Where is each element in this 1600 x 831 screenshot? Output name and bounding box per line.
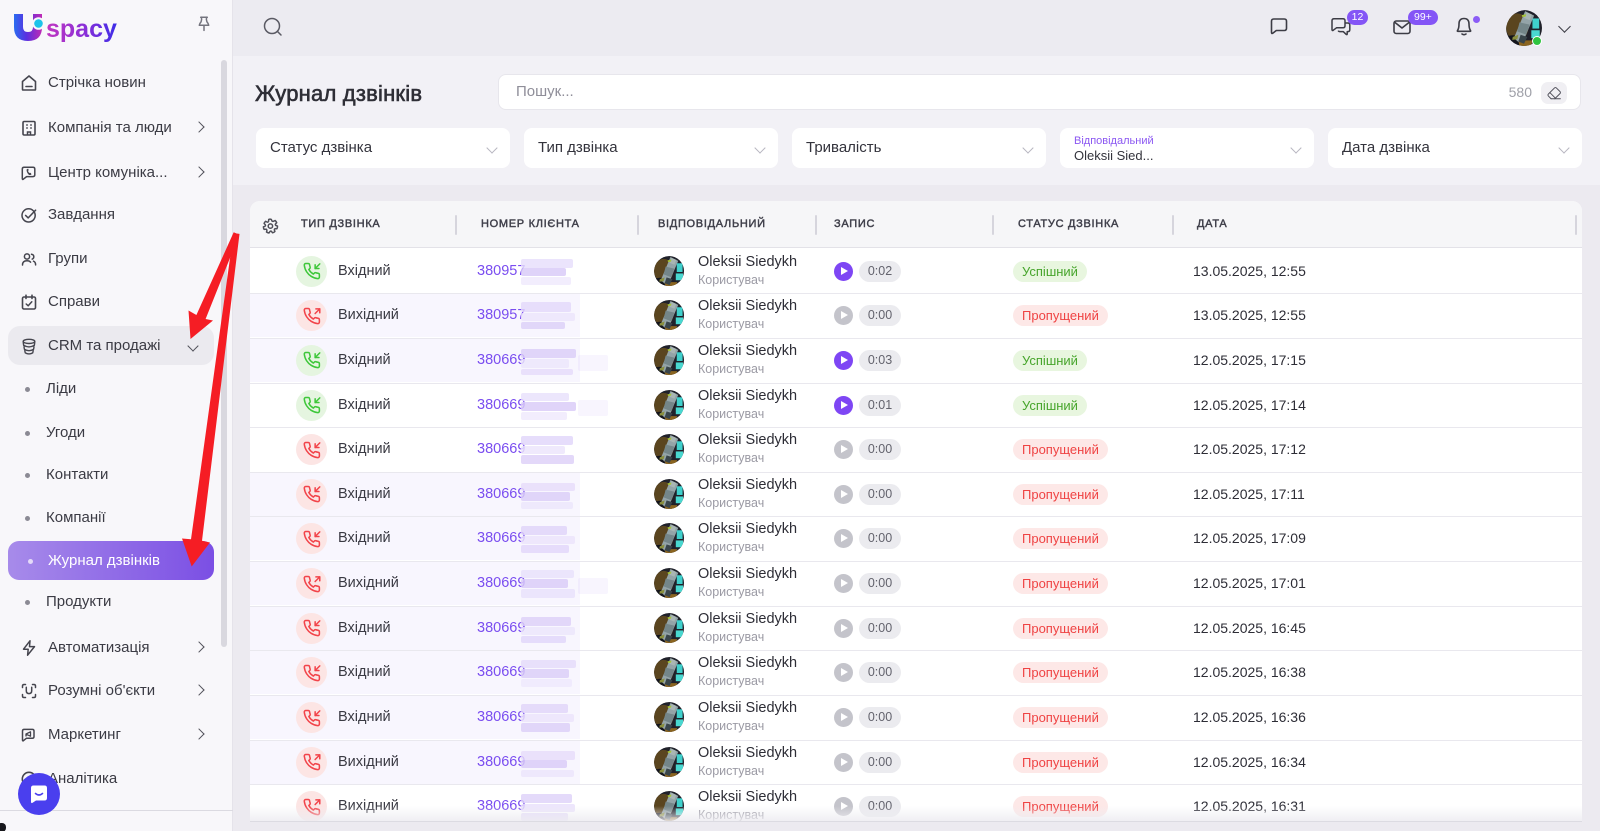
svg-text:spacy: spacy [46,15,117,43]
